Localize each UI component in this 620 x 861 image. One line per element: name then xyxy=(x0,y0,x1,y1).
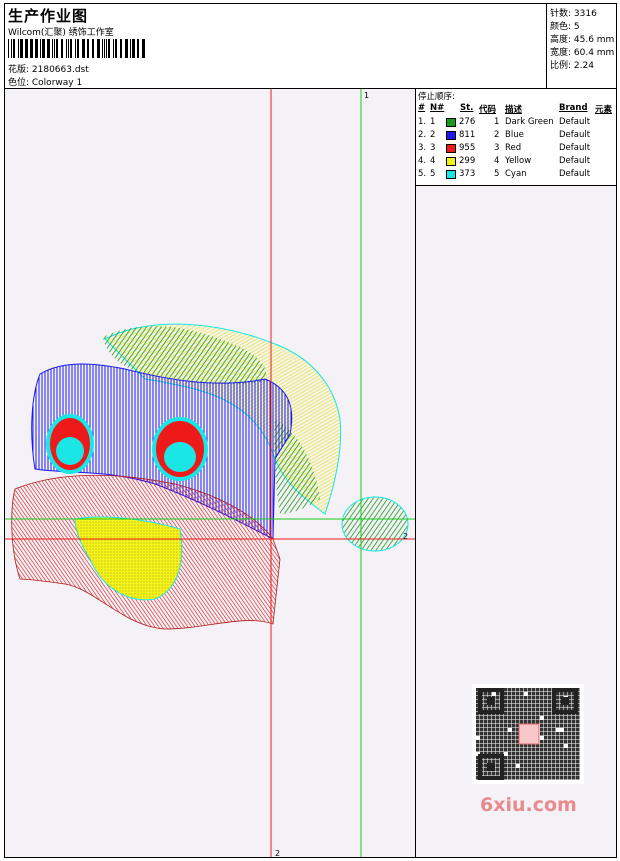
row-description: Cyan xyxy=(505,169,527,179)
colorway: 色位: Colorway 1 xyxy=(8,78,83,88)
sheet-title: 生产作业图 xyxy=(8,7,89,25)
row-code: 1 xyxy=(494,117,500,127)
row-index: 1. xyxy=(418,117,427,127)
row-index: 3. xyxy=(418,143,427,153)
col-header-n: N# xyxy=(430,103,445,113)
col-header-desc: 描述 xyxy=(505,105,523,115)
row-needle: 1 xyxy=(430,117,436,127)
col-header-idx: # xyxy=(418,103,426,113)
row-stitches: 276 xyxy=(459,117,476,127)
row-code: 5 xyxy=(494,169,500,179)
row-stitches: 955 xyxy=(459,143,476,153)
qr-code xyxy=(472,684,584,784)
company-name: Wilcom(汇聚) 绣饰工作室 xyxy=(8,28,114,38)
barcode xyxy=(8,39,145,58)
row-brand: Default xyxy=(559,156,591,166)
row-index: 2. xyxy=(418,130,427,140)
axis-label-v2: 2 xyxy=(275,849,281,857)
sheet-header: 生产作业图 Wilcom(汇聚) 绣饰工作室 花版: 2180663.dst 色… xyxy=(5,4,616,89)
color-swatch xyxy=(446,170,456,179)
pom-pom xyxy=(341,496,409,552)
row-needle: 4 xyxy=(430,156,436,166)
stats-box: 针数: 3316 颜色: 5 高度: 45.6 mm 宽度: 60.4 mm 比… xyxy=(546,4,617,88)
row-index: 4. xyxy=(418,156,427,166)
stop-sequence-table: 停止顺序: # N# St. 代码 描述 Brand 元素 1. 1 276 1 Dar… xyxy=(416,89,616,186)
row-code: 3 xyxy=(494,143,500,153)
row-needle: 2 xyxy=(430,130,436,140)
stat-scale: 比例: 2.24 xyxy=(550,61,594,71)
color-swatch xyxy=(446,131,456,140)
row-stitches: 373 xyxy=(459,169,476,179)
row-brand: Default xyxy=(559,143,591,153)
watermark: 6xiu.com xyxy=(480,794,577,816)
production-sheet: 生产作业图 Wilcom(汇聚) 绣饰工作室 花版: 2180663.dst 色… xyxy=(4,3,617,858)
row-description: Yellow xyxy=(505,156,532,166)
color-swatch xyxy=(446,118,456,127)
row-needle: 3 xyxy=(430,143,436,153)
row-needle: 5 xyxy=(430,169,436,179)
row-stitches: 299 xyxy=(459,156,476,166)
stat-width: 宽度: 60.4 mm xyxy=(550,48,615,58)
embroidery-preview xyxy=(5,89,415,857)
design-file: 花版: 2180663.dst xyxy=(8,65,89,75)
row-brand: Default xyxy=(559,169,591,179)
design-canvas: 1 2 2 xyxy=(5,89,416,857)
col-header-code: 代码 xyxy=(479,105,497,115)
col-header-st: St. xyxy=(460,103,474,113)
row-brand: Default xyxy=(559,130,591,140)
axis-label-h2: 2 xyxy=(403,532,409,541)
color-swatch xyxy=(446,144,456,153)
row-code: 2 xyxy=(494,130,500,140)
color-swatch xyxy=(446,157,456,166)
axis-label-v1: 1 xyxy=(364,91,370,100)
row-description: Blue xyxy=(505,130,524,140)
stat-height: 高度: 45.6 mm xyxy=(550,35,615,45)
col-header-element: 元素 xyxy=(595,105,613,115)
row-stitches: 811 xyxy=(459,130,476,140)
row-index: 5. xyxy=(418,169,427,179)
stat-stitches: 针数: 3316 xyxy=(550,9,597,19)
stat-colors: 颜色: 5 xyxy=(550,22,580,32)
sequence-title: 停止顺序: xyxy=(418,92,455,102)
row-brand: Default xyxy=(559,117,591,127)
row-description: Dark Green xyxy=(505,117,554,127)
row-code: 4 xyxy=(494,156,500,166)
row-description: Red xyxy=(505,143,522,153)
col-header-brand: Brand xyxy=(559,103,588,113)
